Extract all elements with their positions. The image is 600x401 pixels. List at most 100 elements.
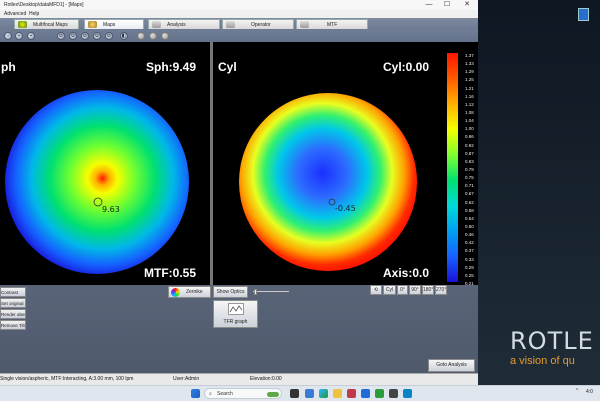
- taskbar-app-1-icon[interactable]: [305, 389, 314, 398]
- scale-label: 0.62: [465, 199, 474, 205]
- optics-slider[interactable]: [253, 289, 289, 295]
- scale-label: 0.50: [465, 224, 474, 229]
- tab-multifocal-maps[interactable]: Multifocal Maps: [14, 19, 79, 29]
- axis-90-button[interactable]: 90°: [409, 285, 421, 295]
- render-abers-button[interactable]: Render abers: [0, 309, 26, 319]
- record-icon[interactable]: [161, 32, 169, 40]
- taskbar-app-4-icon[interactable]: [375, 389, 384, 398]
- scale-label: 0.67: [465, 191, 474, 197]
- axis-270-button[interactable]: 270°: [435, 285, 447, 295]
- contrast-button[interactable]: Contrast: [0, 287, 26, 297]
- tab-operator[interactable]: Operator: [222, 19, 294, 29]
- show-optics-button[interactable]: Show Optics: [213, 286, 248, 298]
- stop-icon[interactable]: [137, 32, 145, 40]
- menu-help[interactable]: Help: [29, 11, 39, 17]
- tool-2-icon[interactable]: ⚙: [69, 32, 77, 40]
- taskbar-app-5-icon[interactable]: [389, 389, 398, 398]
- tool-5-icon[interactable]: ⚙: [105, 32, 113, 40]
- scale-label: 1.29: [465, 69, 474, 75]
- tool-1-icon[interactable]: ⚙: [57, 32, 65, 40]
- taskbar-app-3-icon[interactable]: [361, 389, 370, 398]
- axis-button-group: ⟲ Cyl 0° 90° 180° 270°: [370, 285, 447, 295]
- start-icon[interactable]: [191, 389, 200, 398]
- tfr-graph-button[interactable]: TFR graph: [213, 300, 258, 328]
- scale-label: 0.83: [465, 158, 474, 164]
- scale-label: 0.37: [465, 248, 474, 254]
- sph-map: [5, 90, 189, 274]
- axis-cyl-button[interactable]: Cyl: [383, 285, 396, 295]
- minimize-button[interactable]: —: [422, 0, 436, 10]
- mtf-icon: [300, 21, 309, 28]
- tab-mtf[interactable]: MTF: [296, 19, 368, 29]
- clock: 4:0: [586, 389, 593, 395]
- menu-advanced[interactable]: Advanced: [4, 11, 26, 17]
- zoom-in-icon[interactable]: +: [15, 32, 23, 40]
- cyl-map: [239, 93, 417, 271]
- taskbar-search[interactable]: ⌕ Search: [204, 388, 282, 399]
- operator-icon: [226, 21, 235, 28]
- scale-label: 1.16: [465, 93, 474, 99]
- axis-reset-icon[interactable]: ⟲: [370, 285, 382, 295]
- title-bar: Rotlex\Desktop\dataMFD1] - [Maps] — ☐ ✕: [0, 0, 478, 10]
- maximize-button[interactable]: ☐: [440, 0, 454, 10]
- tool-4-icon[interactable]: ⚙: [93, 32, 101, 40]
- zoom-out-icon[interactable]: −: [4, 32, 12, 40]
- scale-label: 0.42: [465, 240, 474, 246]
- edge-icon[interactable]: [319, 389, 328, 398]
- tray-chevron-icon[interactable]: ^: [576, 388, 578, 394]
- status-bar: Single vision/aspheric, MTF:Interacting,…: [0, 373, 478, 385]
- file-explorer-icon[interactable]: [333, 389, 342, 398]
- axis-180-button[interactable]: 180°: [422, 285, 434, 295]
- scale-label: 0.87: [465, 150, 474, 156]
- scale-label: 1.08: [465, 110, 474, 115]
- task-view-icon[interactable]: [290, 389, 299, 398]
- graph-icon: [228, 303, 244, 315]
- scale-label: 1.04: [465, 118, 474, 124]
- zernike-button[interactable]: Zernike: [168, 286, 211, 298]
- brand-tagline: a vision of qu: [510, 355, 575, 367]
- multifocal-maps-icon: [18, 21, 27, 28]
- tool-6-icon[interactable]: ◧: [120, 32, 128, 40]
- taskbar-app-6-icon[interactable]: [403, 389, 412, 398]
- set-original-button[interactable]: Set original: [0, 298, 26, 308]
- cyl-map-panel[interactable]: Cyl Cyl:0.00 -0.45 Axis:0.0: [213, 42, 445, 285]
- scale-label: 1.33: [465, 61, 474, 67]
- window-title: Rotlex\Desktop\dataMFD1] - [Maps]: [4, 2, 84, 8]
- desktop-shortcut-icon[interactable]: [578, 8, 589, 21]
- tab-analysis[interactable]: Analysis: [148, 19, 220, 29]
- sph-map-panel[interactable]: ph Sph:9.49 9.63 MTF:0.55: [0, 42, 210, 285]
- cyl-map-disc: [239, 93, 417, 271]
- scale-label: 1.00: [465, 126, 474, 132]
- tool-3-icon[interactable]: ⚙: [81, 32, 89, 40]
- scale-label: 0.33: [465, 256, 474, 262]
- sph-center-value: 9.63: [102, 205, 120, 214]
- search-icon: ⌕: [209, 391, 212, 397]
- mtf-label: MTF:0.55: [144, 266, 197, 280]
- status-elevation: Elevation:0.00: [250, 376, 282, 382]
- play-icon[interactable]: [149, 32, 157, 40]
- scale-label: 1.37: [465, 53, 474, 58]
- scale-label: 0.54: [465, 215, 474, 221]
- close-button[interactable]: ✕: [460, 0, 474, 10]
- toolbar: − + + ⚙ ⚙ ⚙ ⚙ ⚙ ◧: [0, 30, 478, 42]
- axis-0-button[interactable]: 0°: [397, 285, 408, 295]
- scale-label: 0.46: [465, 232, 474, 238]
- scale-label: 0.92: [465, 142, 474, 148]
- color-scale-labels: 1.37 1.33 1.29 1.25 1.21 1.16 1.12 1.08 1.04 1.00…: [459, 50, 477, 286]
- color-scale-bar: [447, 53, 458, 282]
- axis-label: Axis:0.0: [383, 266, 430, 280]
- goto-analysis-button[interactable]: Goto Analysis: [428, 359, 475, 372]
- cyl-center-value: -0.45: [335, 204, 356, 213]
- search-highlight-icon: [267, 392, 279, 397]
- zoom-reset-icon[interactable]: +: [27, 32, 35, 40]
- scale-label: 0.29: [465, 264, 474, 270]
- sph-title: ph: [1, 60, 16, 74]
- scale-label: 1.12: [465, 101, 474, 107]
- cyl-title: Cyl: [218, 60, 237, 74]
- slider-thumb[interactable]: [254, 289, 257, 295]
- tab-bar: Multifocal Maps Maps Analysis Operator M…: [0, 18, 478, 30]
- app-window: Rotlex\Desktop\dataMFD1] - [Maps] — ☐ ✕ …: [0, 0, 478, 385]
- tab-maps[interactable]: Maps: [84, 19, 144, 29]
- remove-tilt-button[interactable]: Remove Tilt: [0, 320, 26, 330]
- taskbar-app-2-icon[interactable]: [347, 389, 356, 398]
